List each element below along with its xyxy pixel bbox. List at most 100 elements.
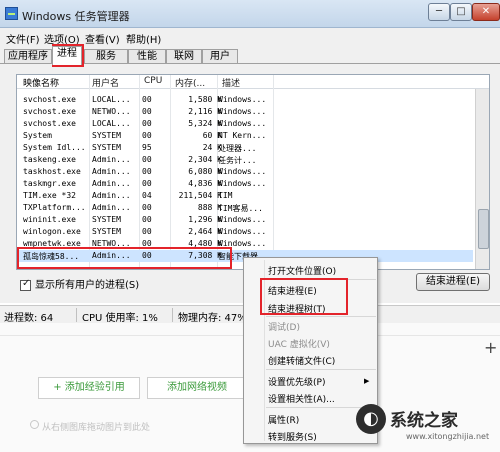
table-cell: 95: [142, 143, 152, 152]
table-row[interactable]: TIM.exe *32 Admin... 04 211,504 K TIM: [17, 190, 473, 202]
window-title: Windows 任务管理器: [22, 10, 130, 23]
table-header: 映像名称 用户名 CPU 内存(... 描述: [17, 75, 489, 89]
title-bar: Windows 任务管理器 ─ □ ✕: [0, 0, 500, 28]
table-cell: TIM: [218, 191, 233, 200]
col-image-name[interactable]: 映像名称: [23, 76, 59, 89]
table-row[interactable]: svchost.exe LOCAL... 00 1,580 K Windows...: [17, 94, 473, 106]
table-cell: Windows...: [218, 107, 267, 116]
tab-processes[interactable]: 进程: [52, 46, 82, 65]
menu-separator: [266, 316, 376, 317]
table-cell: 00: [142, 167, 152, 176]
col-memory[interactable]: 内存(...: [175, 76, 205, 89]
table-cell: Windows...: [218, 227, 267, 236]
menu-uac-virtualization[interactable]: UAC 虚拟化(V): [268, 337, 330, 350]
scrollbar-thumb[interactable]: [478, 209, 489, 249]
table-row[interactable]: svchost.exe LOCAL... 00 5,324 K Windows...: [17, 118, 473, 130]
col-cpu[interactable]: CPU: [144, 76, 162, 86]
maximize-button[interactable]: □: [450, 3, 472, 21]
table-cell: 00: [142, 203, 152, 212]
menu-help[interactable]: 帮助(H): [126, 31, 161, 46]
table-cell: svchost.exe: [23, 119, 76, 128]
table-cell: Admin...: [92, 167, 131, 176]
status-divider: [76, 308, 77, 322]
vertical-scrollbar[interactable]: [475, 89, 489, 269]
menu-properties[interactable]: 属性(R): [268, 413, 299, 426]
close-button[interactable]: ✕: [472, 3, 500, 21]
table-cell: 04: [142, 191, 152, 200]
drag-image-hint: 从右侧图库拖动图片到此处: [42, 423, 151, 433]
table-cell: Windows...: [218, 215, 267, 224]
show-all-users-checkbox[interactable]: [20, 278, 31, 291]
menu-set-priority[interactable]: 设置优先级(P): [268, 375, 325, 388]
status-process-count: 进程数: 64: [4, 313, 54, 324]
status-physical-memory: 物理内存: 47%: [178, 313, 247, 324]
add-experience-reference-button[interactable]: + 添加经验引用: [38, 377, 140, 399]
table-row[interactable]: svchost.exe NETWO... 00 2,116 K Windows...: [17, 106, 473, 118]
menu-file[interactable]: 文件(F): [6, 31, 40, 46]
task-manager-icon: [5, 7, 18, 20]
menu-separator: [266, 369, 376, 370]
table-cell: TXPlatform...: [23, 203, 86, 212]
menu-view[interactable]: 查看(V): [85, 31, 120, 46]
table-row[interactable]: taskeng.exe Admin... 00 2,304 K 任务计...: [17, 154, 473, 166]
table-cell: 00: [142, 227, 152, 236]
table-cell: 5,324 K: [188, 119, 222, 128]
table-cell: SYSTEM: [92, 131, 121, 140]
table-cell: 2,116 K: [188, 107, 222, 116]
table-cell: TIM客易...: [218, 204, 263, 213]
end-process-button[interactable]: 结束进程(E): [416, 273, 490, 291]
menu-go-to-service[interactable]: 转到服务(S): [268, 430, 317, 443]
table-cell: 888 K: [197, 203, 222, 212]
watermark-name: 系统之家: [390, 411, 458, 431]
image-icon: [30, 420, 39, 429]
minimize-button[interactable]: ─: [428, 3, 450, 21]
annotation-box-end-process-options: [260, 278, 348, 315]
table-cell: Windows...: [218, 179, 267, 188]
table-cell: Admin...: [92, 203, 131, 212]
table-row[interactable]: taskhost.exe Admin... 00 6,080 K Windows...: [17, 166, 473, 178]
table-cell: TIM.exe *32: [23, 191, 76, 200]
table-cell: SYSTEM: [92, 227, 121, 236]
menu-debug[interactable]: 调试(D): [268, 320, 300, 333]
table-cell: winlogon.exe: [23, 227, 81, 236]
table-cell: Windows...: [218, 167, 267, 176]
table-cell: 24 K: [202, 143, 222, 152]
table-cell: 4,836 K: [188, 179, 222, 188]
table-row[interactable]: wininit.exe SYSTEM 00 1,296 K Windows...: [17, 214, 473, 226]
table-cell: LOCAL...: [92, 95, 131, 104]
table-cell: Admin...: [92, 155, 131, 164]
table-cell: 1,580 K: [188, 95, 222, 104]
table-row[interactable]: winlogon.exe SYSTEM 00 2,464 K Windows...: [17, 226, 473, 238]
watermark-logo: ◐ 系统之家 www.xitongzhijia.net: [356, 398, 496, 448]
plus-icon[interactable]: +: [484, 338, 497, 357]
show-all-users-label: 显示所有用户的进程(S): [35, 280, 140, 291]
process-table[interactable]: 映像名称 用户名 CPU 内存(... 描述 svchost.exe LOCAL.…: [16, 74, 490, 270]
table-cell: 00: [142, 179, 152, 188]
show-all-users-option[interactable]: 显示所有用户的进程(S): [20, 276, 139, 291]
table-cell: NT Kern...: [218, 131, 267, 140]
table-cell: 00: [142, 155, 152, 164]
table-cell: 2,464 K: [188, 227, 222, 236]
table-row[interactable]: taskmgr.exe Admin... 00 4,836 K Windows...: [17, 178, 473, 190]
col-user-name[interactable]: 用户名: [92, 76, 119, 89]
logo-icon: ◐: [356, 404, 386, 434]
menu-create-dump-file[interactable]: 创建转储文件(C): [268, 354, 335, 367]
menu-set-affinity[interactable]: 设置相关性(A)...: [268, 392, 335, 405]
table-cell: Windows...: [218, 95, 267, 104]
table-cell: 任务计...: [218, 156, 257, 165]
submenu-arrow-icon: ▶: [364, 377, 370, 385]
table-cell: 1,296 K: [188, 215, 222, 224]
table-cell: LOCAL...: [92, 119, 131, 128]
tab-strip: 应用程序 进程 服务 性能 联网 用户: [0, 46, 500, 65]
menu-open-file-location[interactable]: 打开文件位置(O): [268, 264, 336, 277]
add-web-video-button[interactable]: 添加网络视频: [147, 377, 247, 399]
table-row[interactable]: System Idl... SYSTEM 95 24 K 处理器...: [17, 142, 473, 154]
table-cell: 00: [142, 215, 152, 224]
table-row[interactable]: TXPlatform... Admin... 00 888 K TIM客易...: [17, 202, 473, 214]
watermark-url: www.xitongzhijia.net: [406, 432, 490, 441]
table-cell: NETWO...: [92, 107, 131, 116]
table-row[interactable]: System SYSTEM 00 60 K NT Kern...: [17, 130, 473, 142]
table-cell: Admin...: [92, 179, 131, 188]
table-cell: svchost.exe: [23, 95, 76, 104]
col-description[interactable]: 描述: [222, 76, 240, 89]
